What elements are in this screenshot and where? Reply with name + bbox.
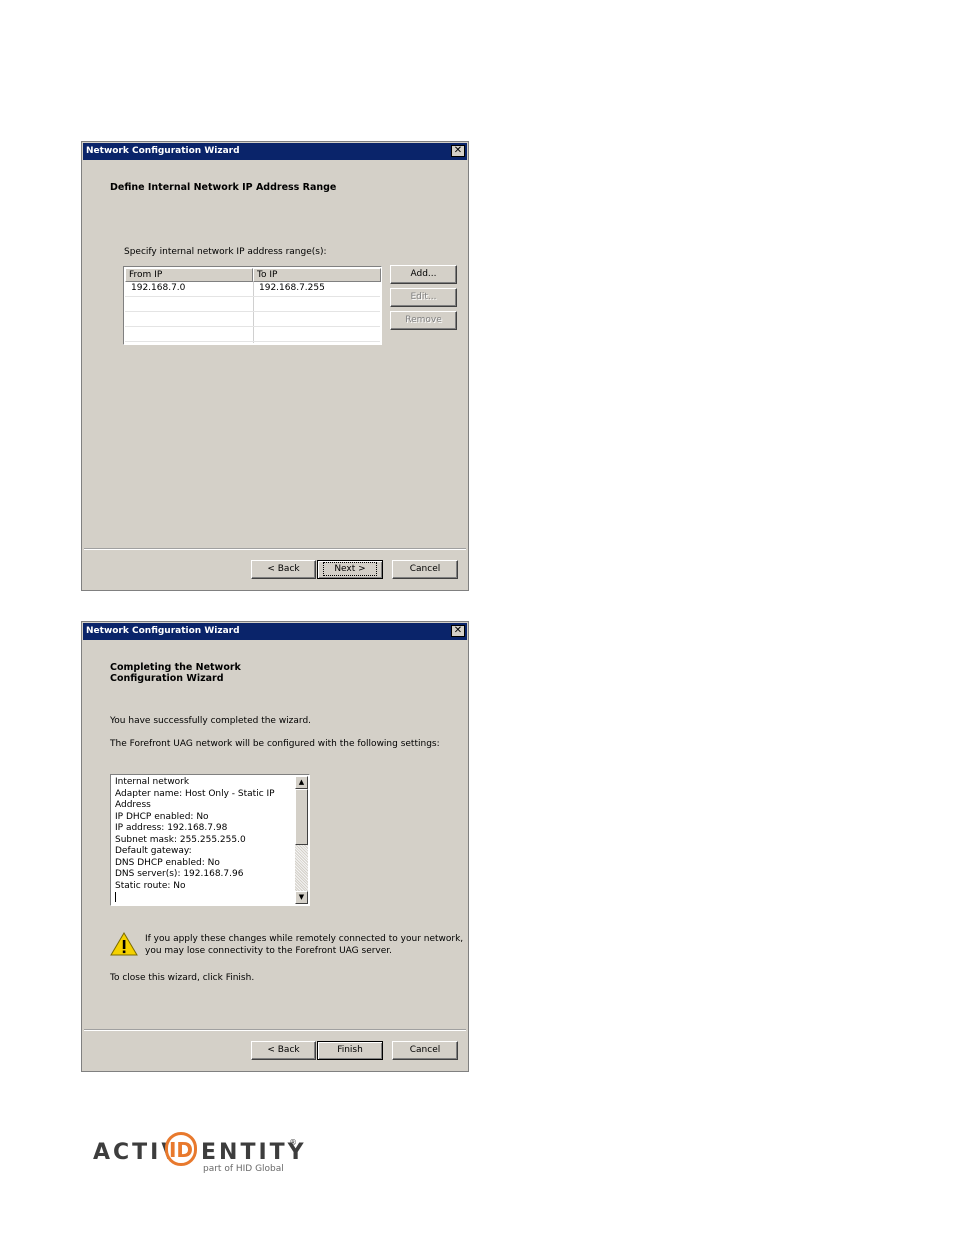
settings-intro-text: The Forefront UAG network will be config…: [110, 739, 440, 749]
window-title: Network Configuration Wizard: [86, 146, 240, 156]
wizard-dialog-ip-range: Network Configuration Wizard ✕ Define In…: [81, 141, 469, 591]
ip-range-list[interactable]: From IP To IP 192.168.7.0 192.168.7.255: [123, 266, 382, 345]
edit-button[interactable]: Edit...: [390, 288, 457, 307]
logo-tagline: part of HID Global: [203, 1164, 284, 1174]
back-button[interactable]: < Back: [251, 560, 316, 579]
scroll-thumb[interactable]: [295, 789, 308, 845]
column-header-to-ip[interactable]: To IP: [253, 268, 381, 282]
next-button-label: Next >: [323, 562, 377, 576]
from-ip-cell: 192.168.7.0: [131, 283, 186, 293]
cancel-button[interactable]: Cancel: [392, 1041, 458, 1060]
warning-text-line2: you may lose connectivity to the Forefro…: [145, 946, 393, 956]
button-separator: [84, 548, 466, 550]
table-row-empty: [125, 327, 380, 342]
summary-line: Adapter name: Host Only - Static IP: [115, 788, 275, 799]
add-button-label: Add...: [410, 269, 437, 279]
logo-id-text: ID: [168, 1138, 194, 1162]
cancel-button-label: Cancel: [409, 1045, 441, 1055]
back-button-label: < Back: [267, 564, 300, 574]
settings-summary-box[interactable]: Internal network Adapter name: Host Only…: [110, 774, 310, 906]
summary-line: DNS server(s): 192.168.7.96: [115, 869, 244, 879]
summary-line: Internal network: [115, 777, 190, 787]
summary-line: Static route: No: [115, 880, 186, 891]
cancel-button-label: Cancel: [409, 564, 441, 574]
table-row-empty: [125, 297, 380, 312]
summary-line: IP address: 192.168.7.98: [115, 823, 228, 833]
cancel-button[interactable]: Cancel: [392, 560, 458, 579]
back-button-label: < Back: [267, 1045, 300, 1055]
finish-button-label: Finish: [337, 1045, 363, 1055]
warning-icon: [110, 932, 138, 956]
button-separator: [84, 1029, 466, 1031]
table-row-empty: [125, 312, 380, 327]
wizard-dialog-complete: Network Configuration Wizard ✕ Completin…: [81, 621, 469, 1072]
summary-line: Subnet mask: 255.255.255.0: [115, 834, 246, 845]
close-icon[interactable]: ✕: [451, 625, 465, 637]
finish-button[interactable]: Finish: [317, 1041, 383, 1060]
success-text: You have successfully completed the wiza…: [110, 716, 312, 726]
remove-button-label: Remove: [405, 315, 442, 325]
remove-button[interactable]: Remove: [390, 311, 457, 330]
summary-line: DNS DHCP enabled: No: [115, 857, 220, 868]
title-bar: Network Configuration Wizard ✕: [83, 143, 467, 160]
edit-button-label: Edit...: [410, 292, 437, 302]
vertical-scrollbar[interactable]: ▲ ▼: [295, 776, 308, 904]
page-heading: Define Internal Network IP Address Range: [110, 182, 337, 193]
page-heading: Completing the Network Configuration Wiz…: [110, 662, 241, 684]
column-header-from-ip[interactable]: From IP: [125, 268, 253, 282]
next-button[interactable]: Next >: [317, 560, 383, 579]
to-ip-cell: 192.168.7.255: [259, 283, 325, 293]
scroll-up-icon[interactable]: ▲: [295, 776, 308, 789]
text-cursor: [115, 892, 116, 902]
summary-line: Default gateway:: [115, 846, 192, 856]
window-title: Network Configuration Wizard: [86, 626, 240, 636]
warning-text-line1: If you apply these changes while remotel…: [145, 934, 464, 944]
logo-id-badge: ID: [165, 1132, 197, 1166]
registered-mark: ®: [289, 1138, 297, 1147]
close-icon[interactable]: ✕: [451, 145, 465, 157]
activIdentity-logo: ACTIV ID ENTITY ® part of HID Global: [93, 1132, 304, 1178]
add-button[interactable]: Add...: [390, 265, 457, 284]
summary-line: Address: [115, 800, 151, 810]
table-row[interactable]: 192.168.7.0 192.168.7.255: [125, 282, 380, 297]
instruction-label: Specify internal network IP address rang…: [124, 247, 327, 257]
title-bar: Network Configuration Wizard ✕: [83, 623, 467, 640]
scroll-down-icon[interactable]: ▼: [295, 891, 308, 904]
summary-line: IP DHCP enabled: No: [115, 811, 209, 822]
close-instruction-text: To close this wizard, click Finish.: [110, 973, 255, 983]
back-button[interactable]: < Back: [251, 1041, 316, 1060]
